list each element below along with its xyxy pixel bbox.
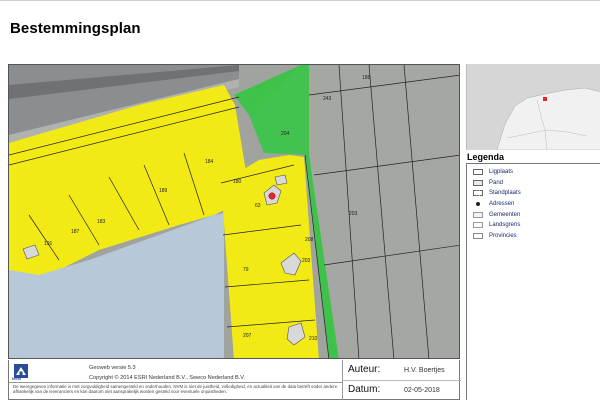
- legend-item-gemeenten: Gemeenten: [473, 209, 600, 220]
- legend-title: Legenda: [467, 152, 505, 162]
- adressen-dot-icon: [473, 201, 483, 207]
- parcel-label: 184: [205, 159, 214, 165]
- parcel-label: 63: [255, 203, 261, 209]
- legend-item-pand: Pand: [473, 178, 600, 189]
- parcel-label: 204: [281, 131, 290, 137]
- copyright-text: Copyright © 2014 ESRI Nederland B.V., Sw…: [89, 375, 246, 381]
- parcel-label: 203: [302, 258, 311, 264]
- standplaats-symbol-icon: [473, 190, 483, 197]
- parcel-label: 208: [305, 237, 314, 243]
- legend-panel: Ligplaats Pand Standplaats Adressen Geme…: [466, 163, 600, 400]
- parcel-label: 207: [243, 333, 252, 339]
- meta-divider: [343, 380, 461, 381]
- parcel-label: 79: [243, 267, 249, 273]
- parcel-label: 189: [159, 188, 168, 194]
- parcel-label: 187: [71, 229, 80, 235]
- top-rule: [0, 0, 600, 1]
- pand-symbol-icon: [473, 179, 483, 186]
- address-marker[interactable]: [268, 192, 276, 200]
- page-title: Bestemmingsplan: [10, 20, 141, 37]
- parcel-label: 210: [309, 336, 318, 342]
- legend-item-ligplaats: Ligplaats: [473, 167, 600, 178]
- geoweb-version: Geoweb versie 5.3: [89, 365, 136, 371]
- overview-canvas: [467, 64, 600, 150]
- footer-panel: NVM Geoweb versie 5.3 Copyright © 2014 E…: [8, 360, 461, 400]
- datum-label: Datum:: [348, 384, 381, 395]
- gemeenten-symbol-icon: [473, 211, 483, 218]
- overview-map[interactable]: [466, 64, 600, 150]
- parcel-label: 183: [97, 219, 106, 225]
- parcel-label: 203: [349, 211, 358, 217]
- disclaimer-text: De weergegeven informatie is met zorgvul…: [13, 384, 338, 395]
- provincies-symbol-icon: [473, 232, 483, 239]
- legend-item-adressen: Adressen: [473, 199, 600, 210]
- residential-block: [221, 155, 319, 358]
- overview-marker: [543, 97, 547, 101]
- parcel-label: 191: [44, 241, 53, 247]
- auteur-value: H.V. Boertjes: [404, 367, 445, 374]
- legend-item-landsgrens: Landsgrens: [473, 220, 600, 231]
- datum-value: 02-05-2018: [404, 387, 440, 394]
- auteur-label: Auteur:: [348, 364, 381, 375]
- legend-item-provincies: Provincies: [473, 231, 600, 242]
- parcel-label: 243: [323, 96, 332, 102]
- footer-divider: [9, 382, 342, 383]
- logo-text: NVM: [12, 376, 21, 381]
- landsgrens-symbol-icon: [473, 222, 483, 229]
- parcel-label: 180: [233, 179, 242, 185]
- map-canvas[interactable]: 188 243 204 203 184 189 180 183 187 191 …: [9, 65, 460, 359]
- main-map[interactable]: 188 243 204 203 184 189 180 183 187 191 …: [8, 64, 460, 359]
- ligplaats-symbol-icon: [473, 169, 483, 176]
- legend-item-standplaats: Standplaats: [473, 188, 600, 199]
- parcel-label: 188: [362, 75, 371, 81]
